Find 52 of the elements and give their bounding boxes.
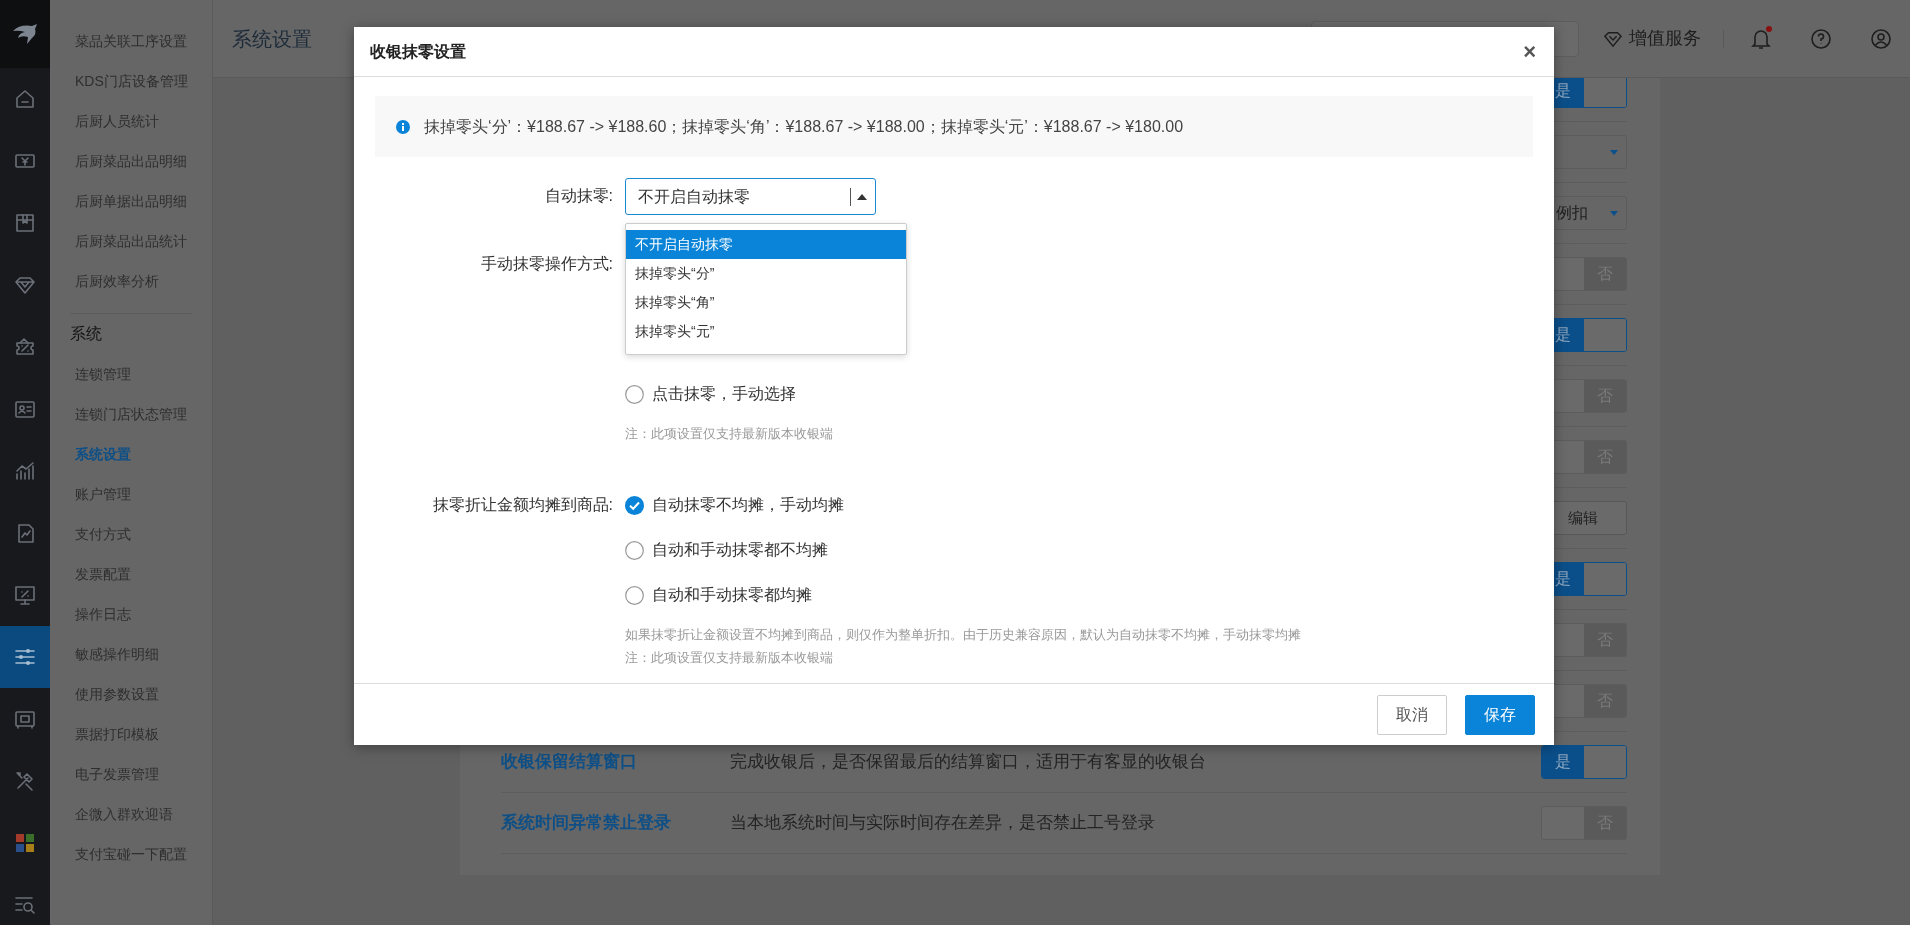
radio-button[interactable] xyxy=(625,540,644,560)
box-icon[interactable] xyxy=(14,212,36,234)
dropdown-option[interactable]: 抹掉零头“分” xyxy=(626,259,906,288)
radio-button[interactable] xyxy=(625,384,644,404)
dropdown-option[interactable]: 抹掉零头“元” xyxy=(626,317,906,346)
setting-description: 当本地系统时间与实际时间存在差异，是否禁止工号登录 xyxy=(730,812,1156,835)
toggle-switch[interactable]: 是 xyxy=(1541,745,1627,779)
setting-title: 系统时间异常禁止登录 xyxy=(501,812,672,835)
radio-label[interactable]: 自动和手动抹零都均摊 xyxy=(652,583,812,607)
page-title: 系统设置 xyxy=(232,26,312,52)
note-text: 如果抹零折让金额设置不均摊到商品，则仅作为整单折扣。由于历史兼容原因，默认为自动抹零不均摊，手动抹零均摊 xyxy=(625,626,1301,644)
select-field[interactable]: 不开启自动抹零 xyxy=(625,178,876,215)
info-icon xyxy=(396,119,410,134)
value-service-link[interactable]: 增值服务 xyxy=(1603,25,1701,52)
dropdown-option[interactable]: 不开启自动抹零 xyxy=(626,230,906,259)
sliders-icon[interactable] xyxy=(14,646,36,668)
monitor-icon[interactable] xyxy=(14,584,36,606)
apps-icon[interactable] xyxy=(14,832,36,854)
info-text: 抹掉零头‘分’：¥188.67 -> ¥188.60；抹掉零头‘角’：¥188.67 -> ¥188.00；抹掉零头‘元’：¥188.67 -> ¥180.00 xyxy=(424,116,1184,137)
ticket-icon[interactable] xyxy=(14,336,36,358)
close-button[interactable]: × xyxy=(1521,40,1538,63)
field-label: 手动抹零操作方式: xyxy=(479,254,613,274)
notification-bell-icon[interactable] xyxy=(1750,26,1772,51)
note-text: 注：此项设置仅支持最新版本收银端 xyxy=(625,649,834,667)
chart-icon[interactable] xyxy=(14,460,36,482)
radio-label[interactable]: 自动和手动抹零都不均摊 xyxy=(652,538,828,562)
diamond-icon[interactable] xyxy=(14,274,36,296)
sidebar-section-title: 系统 xyxy=(69,324,103,344)
tools-icon[interactable] xyxy=(14,770,36,792)
dropdown-option[interactable]: 抹掉零头“角” xyxy=(626,288,906,317)
radio-label[interactable]: 点击抹零，手动选择 xyxy=(652,382,796,406)
dialog-title: 收银抹零设置 xyxy=(370,41,466,62)
radio-button[interactable] xyxy=(625,585,644,605)
cancel-button[interactable]: 取消 xyxy=(1377,694,1447,735)
user-icon[interactable] xyxy=(1870,27,1892,50)
home-icon[interactable] xyxy=(14,88,36,110)
setting-title: 收银保留结算窗口 xyxy=(501,751,638,774)
field-label: 自动抹零: xyxy=(543,186,613,206)
sidebar-item[interactable]: 支付方式 xyxy=(50,514,212,554)
diamond-icon xyxy=(1603,29,1623,48)
help-icon[interactable] xyxy=(1810,27,1832,50)
cash-register-icon[interactable] xyxy=(14,708,36,730)
radio-label[interactable]: 自动抹零不均摊，手动均摊 xyxy=(652,493,844,517)
sidebar-item[interactable]: 系统设置 xyxy=(50,434,212,474)
checked-radio-icon[interactable] xyxy=(625,495,644,515)
save-button[interactable]: 保存 xyxy=(1465,694,1535,735)
field-label: 抹零折让金额均摊到商品: xyxy=(431,495,613,515)
sliders-nav-item[interactable] xyxy=(0,626,50,688)
setting-description: 完成收银后，是否保留最后的结算窗口，适用于有客显的收银台 xyxy=(730,751,1207,774)
id-card-icon[interactable] xyxy=(14,398,36,420)
search-list-icon[interactable] xyxy=(14,894,36,916)
note-text: 注：此项设置仅支持最新版本收银端 xyxy=(625,425,833,443)
